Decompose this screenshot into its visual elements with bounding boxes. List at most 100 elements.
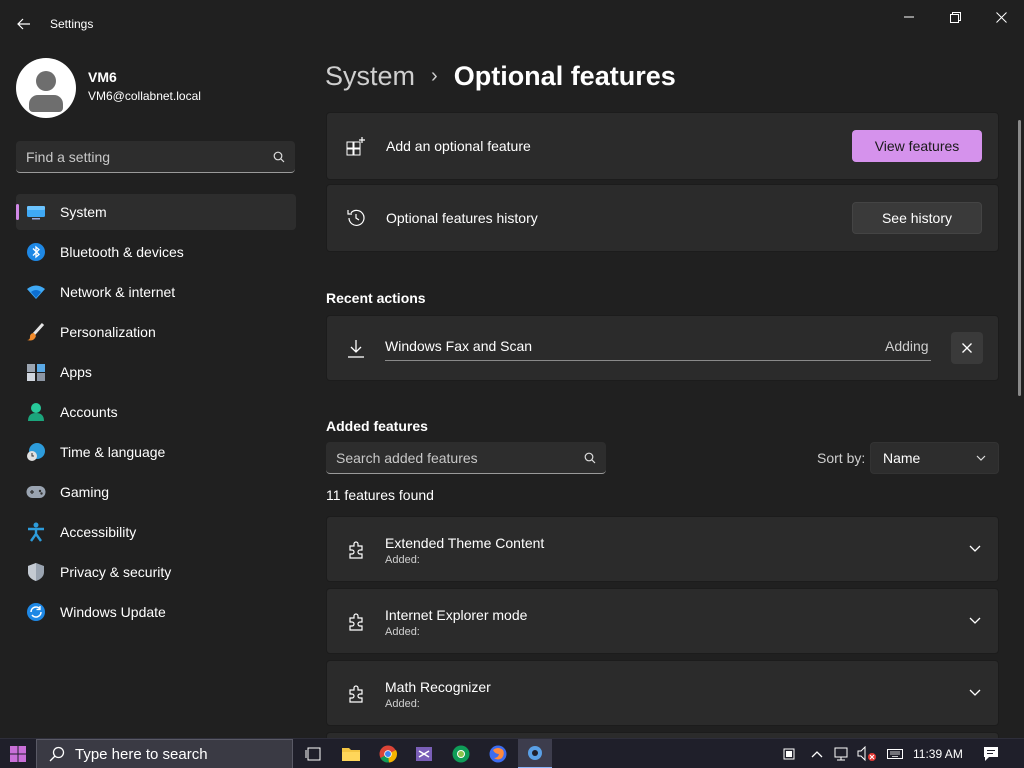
chevron-down-icon — [976, 455, 986, 461]
apps-icon — [26, 362, 46, 382]
features-count: 11 features found — [326, 487, 434, 503]
cancel-action-button[interactable] — [951, 332, 983, 364]
firefox-button[interactable] — [481, 739, 515, 768]
sidebar-item-personalization[interactable]: Personalization — [16, 314, 296, 350]
download-icon — [345, 338, 367, 360]
history-label: Optional features history — [386, 210, 538, 226]
firefox-icon — [489, 745, 507, 763]
close-button[interactable] — [978, 4, 1024, 30]
sidebar-item-time-language[interactable]: Time & language — [16, 434, 296, 470]
recent-action-item: Windows Fax and Scan Adding — [326, 315, 999, 381]
sort-label: Sort by: — [817, 450, 866, 466]
visual-studio-button[interactable] — [407, 739, 441, 768]
chevron-down-icon[interactable] — [967, 613, 983, 629]
scrollbar[interactable] — [1018, 120, 1021, 396]
search-icon — [584, 452, 596, 463]
message-icon — [984, 747, 998, 761]
sidebar-item-label: Privacy & security — [60, 564, 172, 580]
sidebar-item-label: System — [60, 204, 107, 220]
find-setting-input[interactable]: Find a setting — [16, 141, 295, 173]
sidebar-item-label: Accessibility — [60, 524, 137, 540]
bluetooth-icon — [26, 242, 46, 262]
chevron-down-icon[interactable] — [967, 685, 983, 701]
notifications-button[interactable] — [980, 739, 1002, 768]
back-button[interactable] — [10, 10, 38, 38]
taskbar: Type here to search 11:39 AM — [0, 738, 1024, 768]
chevron-down-icon[interactable] — [967, 541, 983, 557]
monitor-icon — [26, 202, 46, 222]
search-added-placeholder: Search added features — [336, 449, 478, 466]
search-added-features-input[interactable]: Search added features — [326, 442, 606, 474]
chrome-icon — [379, 745, 397, 763]
close-icon — [962, 343, 972, 353]
app-title: Settings — [50, 17, 94, 31]
minimize-button[interactable] — [886, 4, 932, 30]
chrome-icon — [452, 745, 470, 763]
see-history-button[interactable]: See history — [852, 202, 982, 234]
notification-tray-item[interactable] — [780, 739, 798, 768]
puzzle-icon — [345, 539, 367, 561]
show-hidden-icons-button[interactable] — [808, 739, 826, 768]
puzzle-icon — [345, 683, 367, 705]
feature-status: Added: — [385, 554, 420, 566]
task-view-button[interactable] — [296, 739, 330, 768]
close-icon — [995, 11, 1007, 23]
puzzle-icon — [345, 611, 367, 633]
chevron-up-icon — [811, 751, 823, 758]
sidebar-item-network[interactable]: Network & internet — [16, 274, 296, 310]
profile-email: VM6@collabnet.local — [88, 89, 201, 103]
update-icon — [26, 602, 46, 622]
sort-value: Name — [883, 450, 921, 466]
chrome-button[interactable] — [371, 739, 405, 768]
volume-muted-icon — [857, 746, 876, 762]
feature-item[interactable]: Extended Theme Content Added: — [326, 516, 999, 582]
gamepad-icon — [26, 482, 46, 502]
recent-item-status: Adding — [885, 338, 929, 354]
view-features-button[interactable]: View features — [852, 130, 982, 162]
restore-icon — [949, 11, 961, 23]
sidebar-item-bluetooth[interactable]: Bluetooth & devices — [16, 234, 296, 270]
history-card: Optional features history See history — [326, 184, 999, 252]
sidebar-item-apps[interactable]: Apps — [16, 354, 296, 390]
volume-status[interactable] — [856, 739, 878, 768]
taskbar-clock[interactable]: 11:39 AM — [913, 747, 963, 761]
keyboard-status[interactable] — [884, 739, 906, 768]
sidebar-item-windows-update[interactable]: Windows Update — [16, 594, 296, 630]
sidebar-nav: System Bluetooth & devices Network & int… — [16, 194, 296, 634]
taskbar-search[interactable]: Type here to search — [36, 739, 293, 768]
file-explorer-button[interactable] — [334, 739, 368, 768]
feature-status: Added: — [385, 698, 420, 710]
tablet-icon — [783, 748, 795, 760]
network-status[interactable] — [832, 739, 854, 768]
start-button[interactable] — [6, 743, 30, 765]
gear-icon — [528, 746, 542, 760]
breadcrumb-parent[interactable]: System — [325, 61, 415, 92]
feature-status: Added: — [385, 626, 420, 638]
settings-taskbar-button[interactable] — [518, 739, 552, 768]
feature-name: Math Recognizer — [385, 679, 491, 695]
accessibility-icon — [26, 522, 46, 542]
sidebar-item-accounts[interactable]: Accounts — [16, 394, 296, 430]
search-icon — [49, 746, 65, 762]
sort-dropdown[interactable]: Name — [870, 442, 999, 474]
sidebar-item-label: Windows Update — [60, 604, 166, 620]
recent-item-name: Windows Fax and Scan — [385, 338, 533, 354]
folder-icon — [342, 748, 360, 761]
title-bar: Settings — [0, 0, 1024, 48]
sidebar-item-label: Gaming — [60, 484, 110, 500]
sidebar-item-gaming[interactable]: Gaming — [16, 474, 296, 510]
windows-logo-icon — [10, 746, 26, 762]
chrome-profile-button[interactable] — [444, 739, 478, 768]
feature-item[interactable]: Math Recognizer Added: — [326, 660, 999, 726]
sidebar-item-label: Bluetooth & devices — [60, 244, 184, 260]
search-icon — [273, 151, 285, 162]
sidebar-item-privacy[interactable]: Privacy & security — [16, 554, 296, 590]
sidebar-item-accessibility[interactable]: Accessibility — [16, 514, 296, 550]
restore-button[interactable] — [932, 4, 978, 30]
sidebar-item-system[interactable]: System — [16, 194, 296, 230]
add-feature-label: Add an optional feature — [386, 138, 531, 154]
feature-item[interactable]: Internet Explorer mode Added: — [326, 588, 999, 654]
added-features-title: Added features — [326, 418, 428, 434]
arrow-left-icon — [17, 18, 30, 30]
user-profile[interactable]: VM6 VM6@collabnet.local — [16, 58, 201, 118]
